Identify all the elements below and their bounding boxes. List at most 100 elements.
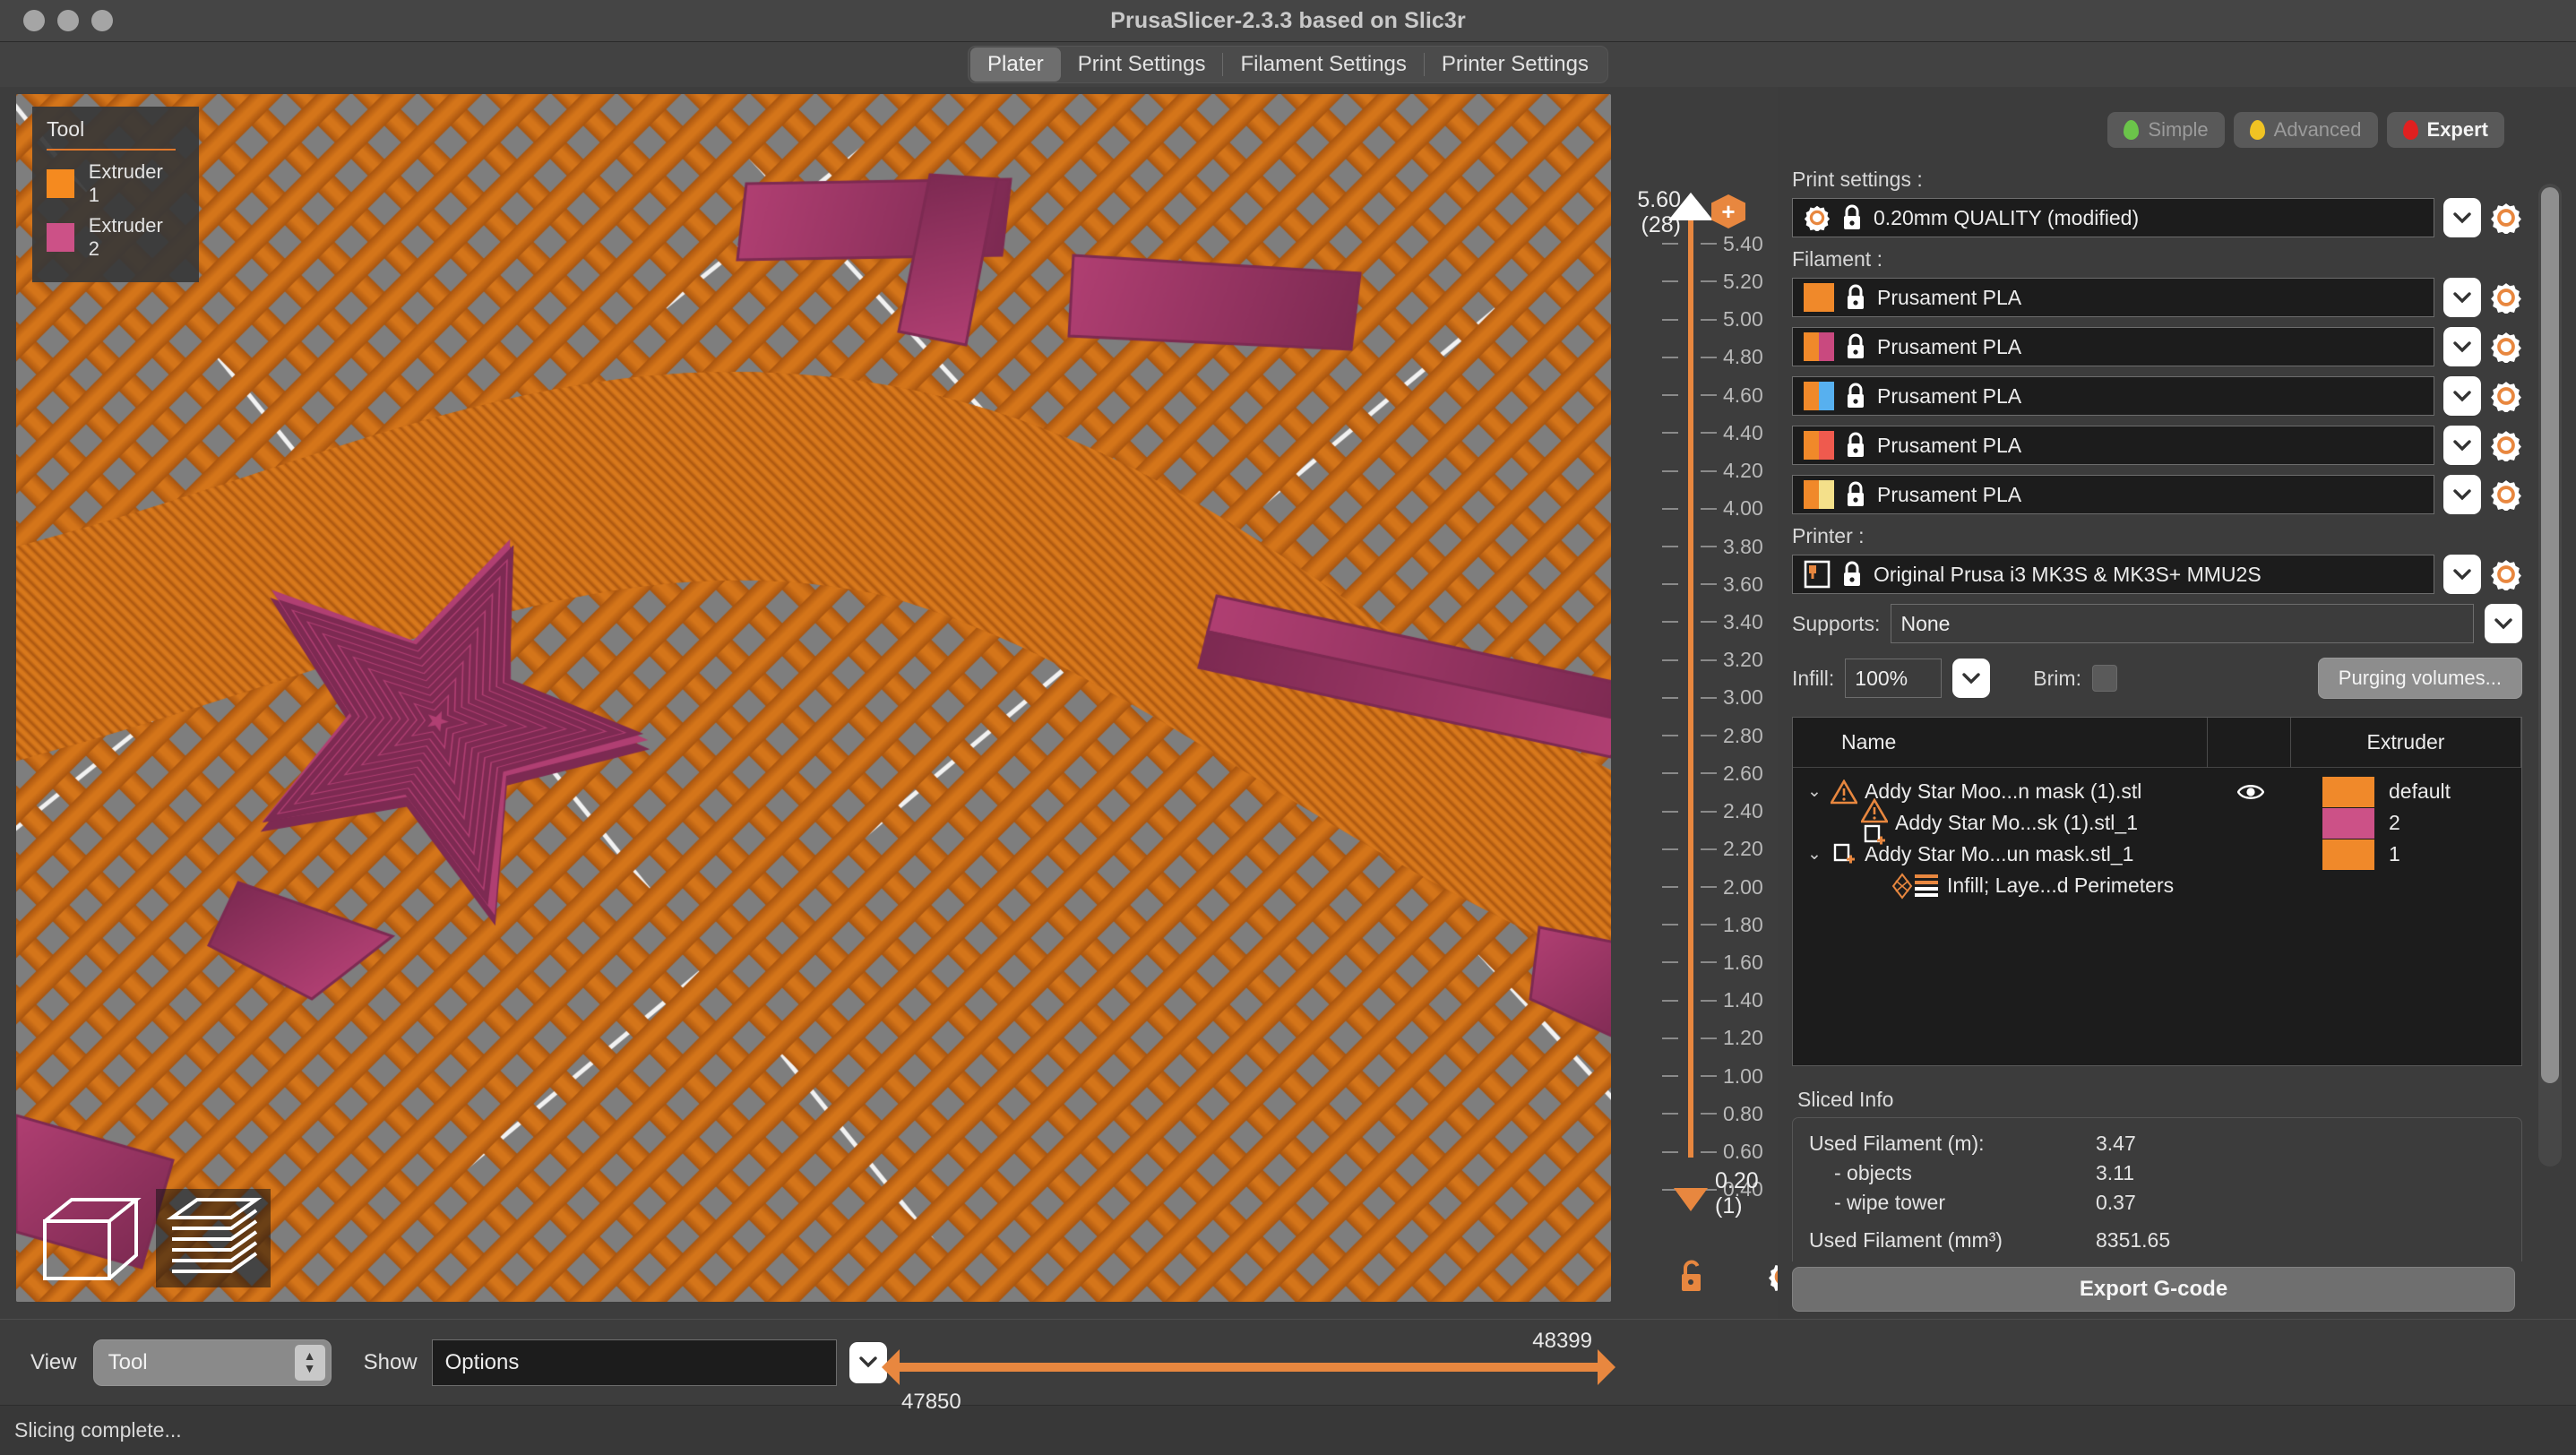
mode-simple-button[interactable]: Simple: [2107, 112, 2225, 148]
filament-gear-icon-5[interactable]: [2490, 478, 2522, 511]
filament-combo-1[interactable]: Prusament PLA: [1792, 278, 2434, 317]
filament-gear-icon-1[interactable]: [2490, 281, 2522, 314]
filament-lock-icon: [1845, 432, 1866, 459]
tick-dash-right: [1701, 621, 1717, 624]
extruder-color-swatch: [2322, 839, 2374, 870]
object-row-name[interactable]: Addy Star Mo...sk (1).stl_1: [1793, 797, 2210, 848]
infill-value[interactable]: 100%: [1845, 659, 1943, 698]
sidebar-scrollbar[interactable]: [2538, 184, 2562, 1167]
filament-gear-icon-2[interactable]: [2490, 331, 2522, 363]
filament-combo-3[interactable]: Prusament PLA: [1792, 376, 2434, 416]
sidebar-scrollbar-thumb[interactable]: [2541, 187, 2559, 1083]
layer-tick: 4.80: [1611, 345, 1778, 369]
tick-label: 1.80: [1723, 912, 1763, 936]
filament-gear-icon-3[interactable]: [2490, 380, 2522, 412]
tick-dash-right: [1701, 1075, 1717, 1078]
brim-checkbox[interactable]: [2091, 665, 2117, 692]
filament-combo-5[interactable]: Prusament PLA: [1792, 475, 2434, 514]
sliced-info-row: - wipe tower 0.37: [1809, 1190, 2505, 1217]
view-select-stepper-icon[interactable]: ▲ ▼: [294, 1344, 325, 1381]
layer-tick: 3.00: [1611, 685, 1778, 710]
object-list[interactable]: Name Extruder ⌄ Addy Star Moo...n mask (1…: [1792, 717, 2522, 1066]
filament-value-2: Prusament PLA: [1877, 334, 2022, 358]
moves-slider-lower-handle[interactable]: [882, 1349, 900, 1385]
tick-dash-right: [1701, 356, 1717, 358]
object-list-row[interactable]: Addy Star Mo...sk (1).stl_1 2: [1793, 797, 2521, 844]
tab-printer-settings[interactable]: Printer Settings: [1425, 47, 1606, 82]
layer-tick: 2.40: [1611, 799, 1778, 823]
gcode-preview-viewport[interactable]: Tool Extruder 1 Extruder 2: [16, 94, 1611, 1302]
filament-row-1: Prusament PLA: [1785, 278, 2522, 317]
filament-gear-icon-4[interactable]: [2490, 429, 2522, 461]
expand-chevron-down-icon[interactable]: ⌄: [1807, 844, 1823, 865]
preview-layers-icon[interactable]: [156, 1189, 271, 1287]
object-list-row[interactable]: ⌄ Addy Star Mo...un mask.stl_1 1: [1793, 839, 2521, 870]
tick-label: 2.00: [1723, 874, 1763, 899]
tick-label: 1.00: [1723, 1063, 1763, 1088]
tick-dash-right: [1701, 507, 1717, 510]
tick-label: 4.80: [1723, 345, 1763, 369]
purging-volumes-button[interactable]: Purging volumes...: [2317, 658, 2522, 699]
layer-tick: 2.60: [1611, 762, 1778, 785]
sliced-info-value: 3.11: [2096, 1160, 2135, 1184]
object-list-rows: ⌄ Addy Star Moo...n mask (1).stl default Ad…: [1793, 768, 2521, 1065]
tick-label: 3.00: [1723, 685, 1763, 710]
layer-slider[interactable]: 5.40 5.20 5.00 4.80 4.60 4.40 4.20 4.00 3.80 3.60…: [1611, 87, 1797, 1319]
mode-expert-button[interactable]: Expert: [2386, 112, 2504, 148]
print-settings-dropdown-chevron-down-icon[interactable]: [2443, 198, 2481, 237]
object-list-row[interactable]: Infill; Laye...d Perimeters: [1793, 870, 2521, 901]
supports-dropdown-chevron-down-icon[interactable]: [2485, 604, 2522, 643]
infill-dropdown-chevron-down-icon[interactable]: [1952, 659, 1991, 698]
filament-dropdown-chevron-down-icon-5[interactable]: [2443, 475, 2481, 514]
status-bar: Slicing complete...: [0, 1405, 2576, 1455]
filament-dropdown-chevron-down-icon-3[interactable]: [2443, 376, 2481, 416]
tick-dash-right: [1701, 696, 1717, 699]
filament-combo-4[interactable]: Prusament PLA: [1792, 426, 2434, 465]
tab-plater[interactable]: Plater: [970, 47, 1061, 82]
moves-range-slider[interactable]: 48399 47850: [878, 1320, 1617, 1414]
object-row-name[interactable]: ⌄ Addy Star Mo...un mask.stl_1: [1793, 842, 2210, 867]
tick-dash-left: [1662, 999, 1678, 1002]
tab-print-settings[interactable]: Print Settings: [1061, 47, 1223, 82]
printer-combo[interactable]: Original Prusa i3 MK3S & MK3S+ MMU2S: [1792, 555, 2434, 594]
filament-combo-2[interactable]: Prusament PLA: [1792, 327, 2434, 366]
filament-dropdown-chevron-down-icon-2[interactable]: [2443, 327, 2481, 366]
filament-dropdown-chevron-down-icon-1[interactable]: [2443, 278, 2481, 317]
export-gcode-button[interactable]: Export G-code: [1792, 1267, 2515, 1312]
object-extruder-cell[interactable]: default: [2292, 776, 2521, 807]
filament-color-swatch-3: [1804, 382, 1834, 410]
printer-dropdown-chevron-down-icon[interactable]: [2443, 555, 2481, 594]
moves-slider-track[interactable]: [896, 1363, 1601, 1372]
mode-advanced-button[interactable]: Advanced: [2233, 112, 2378, 148]
gcode-render-canvas[interactable]: [16, 94, 1611, 1302]
layer-slider-lock-icon[interactable]: [1677, 1258, 1706, 1294]
print-settings-combo[interactable]: 0.20mm QUALITY (modified): [1792, 198, 2434, 237]
object-row-name[interactable]: Infill; Laye...d Perimeters: [1793, 872, 2210, 900]
object-extruder-cell[interactable]: 2: [2292, 807, 2521, 839]
tick-dash-left: [1662, 1150, 1678, 1153]
print-settings-label: Print settings :: [1792, 168, 1923, 191]
tick-label: 2.60: [1723, 761, 1763, 785]
mode-expert-label: Expert: [2426, 118, 2488, 141]
layer-tick: 2.00: [1611, 875, 1778, 899]
sliced-info-title: Sliced Info: [1797, 1088, 1894, 1111]
moves-slider-upper-handle[interactable]: [1598, 1349, 1615, 1385]
printer-icon: [1804, 560, 1831, 589]
print-settings-gear-icon[interactable]: [2490, 202, 2522, 234]
layer-slider-upper-handle[interactable]: [1668, 193, 1713, 220]
layer-slider-lower-handle[interactable]: [1668, 1185, 1713, 1213]
tool-legend: Tool Extruder 1 Extruder 2: [32, 107, 199, 282]
show-select[interactable]: Options: [431, 1339, 837, 1386]
tick-label: 0.80: [1723, 1101, 1763, 1125]
tab-filament-settings[interactable]: Filament Settings: [1223, 47, 1423, 82]
editor-view-cube-icon[interactable]: [32, 1189, 147, 1287]
view-label: View: [30, 1349, 77, 1374]
object-extruder-cell[interactable]: 1: [2292, 839, 2521, 870]
tick-label: 5.00: [1723, 307, 1763, 331]
filament-dropdown-chevron-down-icon-4[interactable]: [2443, 426, 2481, 465]
object-visibility-eye-icon[interactable]: [2210, 781, 2292, 803]
printer-gear-icon[interactable]: [2490, 558, 2522, 590]
view-select[interactable]: Tool ▲ ▼: [92, 1339, 332, 1386]
filament-value-5: Prusament PLA: [1877, 482, 2022, 506]
supports-select[interactable]: None: [1891, 604, 2474, 643]
